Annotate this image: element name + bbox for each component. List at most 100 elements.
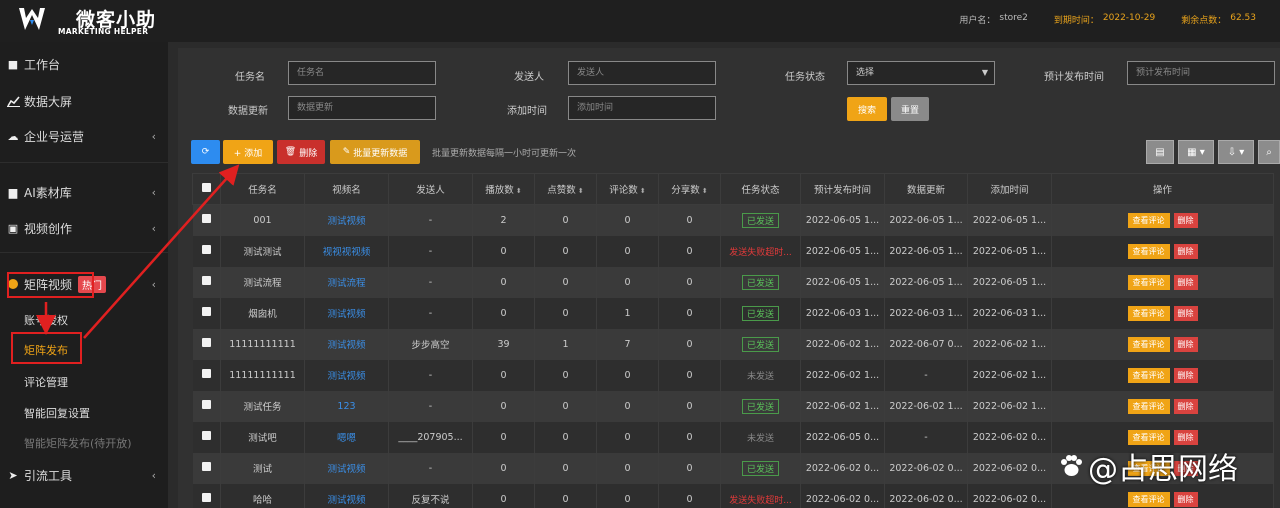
view-comments-button[interactable]: 查看评论: [1127, 212, 1170, 228]
sidebar-item-workbench[interactable]: ■ 工作台: [0, 51, 168, 77]
row-checkbox[interactable]: [201, 431, 211, 440]
points-value: 62.53: [1230, 13, 1256, 23]
select-all-checkbox[interactable]: [202, 183, 211, 192]
video-link[interactable]: 123: [337, 401, 355, 412]
view-comments-button[interactable]: 查看评论: [1127, 429, 1170, 445]
search-icon: ⌕: [1266, 146, 1272, 158]
view-comments-button[interactable]: 查看评论: [1127, 367, 1170, 383]
search-button[interactable]: 搜索: [847, 97, 887, 121]
sub-item-account-auth[interactable]: 账号授权: [24, 312, 68, 328]
row-checkbox[interactable]: [201, 307, 211, 316]
cell-status: 已发送: [720, 204, 801, 236]
cell-task-name: 测试吧: [220, 421, 305, 453]
export-button[interactable]: ⇩ ▾: [1218, 140, 1254, 164]
row-checkbox[interactable]: [201, 276, 211, 285]
row-checkbox-cell[interactable]: [192, 359, 221, 391]
row-checkbox-cell[interactable]: [192, 297, 221, 329]
table-row[interactable]: 11111111111 测试视频 -0 0 0 0 未发送 2022-06-02 1... -2…: [192, 359, 1274, 391]
task-status-select[interactable]: 选择 ▼: [847, 61, 995, 85]
header-checkbox-cell[interactable]: [192, 173, 221, 205]
header-shares[interactable]: 分享数 ⬍: [658, 173, 721, 205]
video-link[interactable]: 测试视频: [327, 371, 365, 382]
row-checkbox-cell[interactable]: [192, 452, 221, 484]
header-task-status[interactable]: 任务状态: [720, 173, 801, 205]
header-sender[interactable]: 发送人: [388, 173, 473, 205]
sidebar-item-traffic-tools[interactable]: ➤ 引流工具 ‹: [0, 462, 168, 488]
row-delete-button[interactable]: 删除: [1173, 274, 1198, 290]
cell-plays: 0: [472, 266, 535, 298]
video-link[interactable]: 测试流程: [327, 278, 365, 289]
reset-button[interactable]: 重置: [891, 97, 929, 121]
video-link[interactable]: 测试视频: [327, 216, 365, 227]
row-delete-button[interactable]: 删除: [1173, 429, 1198, 445]
row-checkbox-cell[interactable]: [192, 266, 221, 298]
row-checkbox-cell[interactable]: [192, 483, 221, 508]
row-checkbox[interactable]: [201, 245, 211, 254]
video-link[interactable]: 测试视频: [327, 340, 365, 351]
sidebar-item-ai-library[interactable]: ▆ AI素材库 ‹: [0, 179, 168, 205]
main-content: 任务名 任务名 发送人 发送人 任务状态 选择 ▼ 预计发布时间 预计发布时间 …: [178, 48, 1280, 508]
view-comments-button[interactable]: 查看评论: [1127, 305, 1170, 321]
video-link[interactable]: 视视视视频: [323, 247, 371, 258]
sidebar-item-data-screen[interactable]: 数据大屏: [0, 88, 168, 114]
logo[interactable]: 微客小助 MARKETING HELPER: [16, 4, 176, 38]
row-checkbox-cell[interactable]: [192, 328, 221, 360]
header-add-time[interactable]: 添加时间: [967, 173, 1052, 205]
table-row[interactable]: 001 测试视频 -2 0 0 0 已发送 2022-06-05 1... 2022-06-05…: [192, 204, 1274, 236]
batch-update-button[interactable]: ✎ 批量更新数据: [330, 140, 420, 164]
header-plays[interactable]: 播放数 ⬍: [472, 173, 535, 205]
header-task-name[interactable]: 任务名: [220, 173, 305, 205]
row-delete-button[interactable]: 删除: [1173, 367, 1198, 383]
row-checkbox[interactable]: [201, 462, 211, 471]
view-comments-button[interactable]: 查看评论: [1127, 243, 1170, 259]
view-comments-button[interactable]: 查看评论: [1127, 336, 1170, 352]
row-checkbox[interactable]: [201, 338, 211, 347]
row-delete-button[interactable]: 删除: [1173, 243, 1198, 259]
row-checkbox[interactable]: [201, 214, 211, 224]
row-checkbox[interactable]: [201, 400, 211, 409]
row-delete-button[interactable]: 删除: [1173, 398, 1198, 414]
sender-input[interactable]: 发送人: [568, 61, 716, 85]
view-comments-button[interactable]: 查看评论: [1127, 491, 1170, 507]
sidebar-item-enterprise[interactable]: ☁ 企业号运营 ‹: [0, 123, 168, 149]
task-name-input[interactable]: 任务名: [288, 61, 436, 85]
plan-time-input[interactable]: 预计发布时间: [1127, 61, 1275, 85]
row-checkbox-cell[interactable]: [192, 204, 221, 236]
header-comments[interactable]: 评论数 ⬍: [596, 173, 659, 205]
table-row[interactable]: 测试测试 视视视视频 -0 0 0 0 发送失败超时... 2022-06-05 1... 20…: [192, 235, 1274, 267]
table-row[interactable]: 烟囱机 测试视频 -0 0 1 0 已发送 2022-06-03 1... 2022-06-03…: [192, 297, 1274, 329]
table-row[interactable]: 测试任务 123-0 0 0 0 已发送 2022-06-02 1... 2022-06-02…: [192, 390, 1274, 422]
search-toggle-button[interactable]: ⌕: [1258, 140, 1280, 164]
view-comments-button[interactable]: 查看评论: [1127, 398, 1170, 414]
refresh-button[interactable]: ⟳: [191, 140, 220, 164]
row-checkbox[interactable]: [201, 369, 211, 378]
header-data-update[interactable]: 数据更新: [884, 173, 968, 205]
row-delete-button[interactable]: 删除: [1173, 212, 1198, 228]
row-checkbox-cell[interactable]: [192, 390, 221, 422]
add-time-input[interactable]: 添加时间: [568, 96, 716, 120]
row-delete-button[interactable]: 删除: [1173, 491, 1198, 507]
video-link[interactable]: 测试视频: [327, 464, 365, 475]
columns-button[interactable]: ▦ ▾: [1178, 140, 1214, 164]
sub-item-comment-manage[interactable]: 评论管理: [24, 374, 68, 390]
video-link[interactable]: 测试视频: [327, 309, 365, 320]
video-link[interactable]: 测试视频: [327, 495, 365, 506]
row-delete-button[interactable]: 删除: [1173, 305, 1198, 321]
sub-item-smart-reply[interactable]: 智能回复设置: [24, 405, 90, 421]
row-checkbox-cell[interactable]: [192, 421, 221, 453]
row-delete-button[interactable]: 删除: [1173, 336, 1198, 352]
sidebar-item-video-creation[interactable]: ▣ 视频创作 ‹: [0, 215, 168, 241]
data-update-input[interactable]: 数据更新: [288, 96, 436, 120]
print-button[interactable]: ▤: [1146, 140, 1174, 164]
table-row[interactable]: 11111111111 测试视频 步步高空 39 1 7 0 已发送 2022-06-02 1.…: [192, 328, 1274, 360]
header-likes[interactable]: 点赞数 ⬍: [534, 173, 597, 205]
header-video-name[interactable]: 视频名: [304, 173, 389, 205]
header-plan-time[interactable]: 预计发布时间: [800, 173, 885, 205]
table-row[interactable]: 测试流程 测试流程 -0 0 0 0 已发送 2022-06-05 1... 2022-06-0…: [192, 266, 1274, 298]
delete-button[interactable]: 🗑 删除: [277, 140, 325, 164]
view-comments-button[interactable]: 查看评论: [1127, 274, 1170, 290]
row-checkbox[interactable]: [201, 493, 211, 502]
add-button[interactable]: + 添加: [223, 140, 273, 164]
row-checkbox-cell[interactable]: [192, 235, 221, 267]
video-link[interactable]: 嗯嗯: [337, 433, 356, 444]
